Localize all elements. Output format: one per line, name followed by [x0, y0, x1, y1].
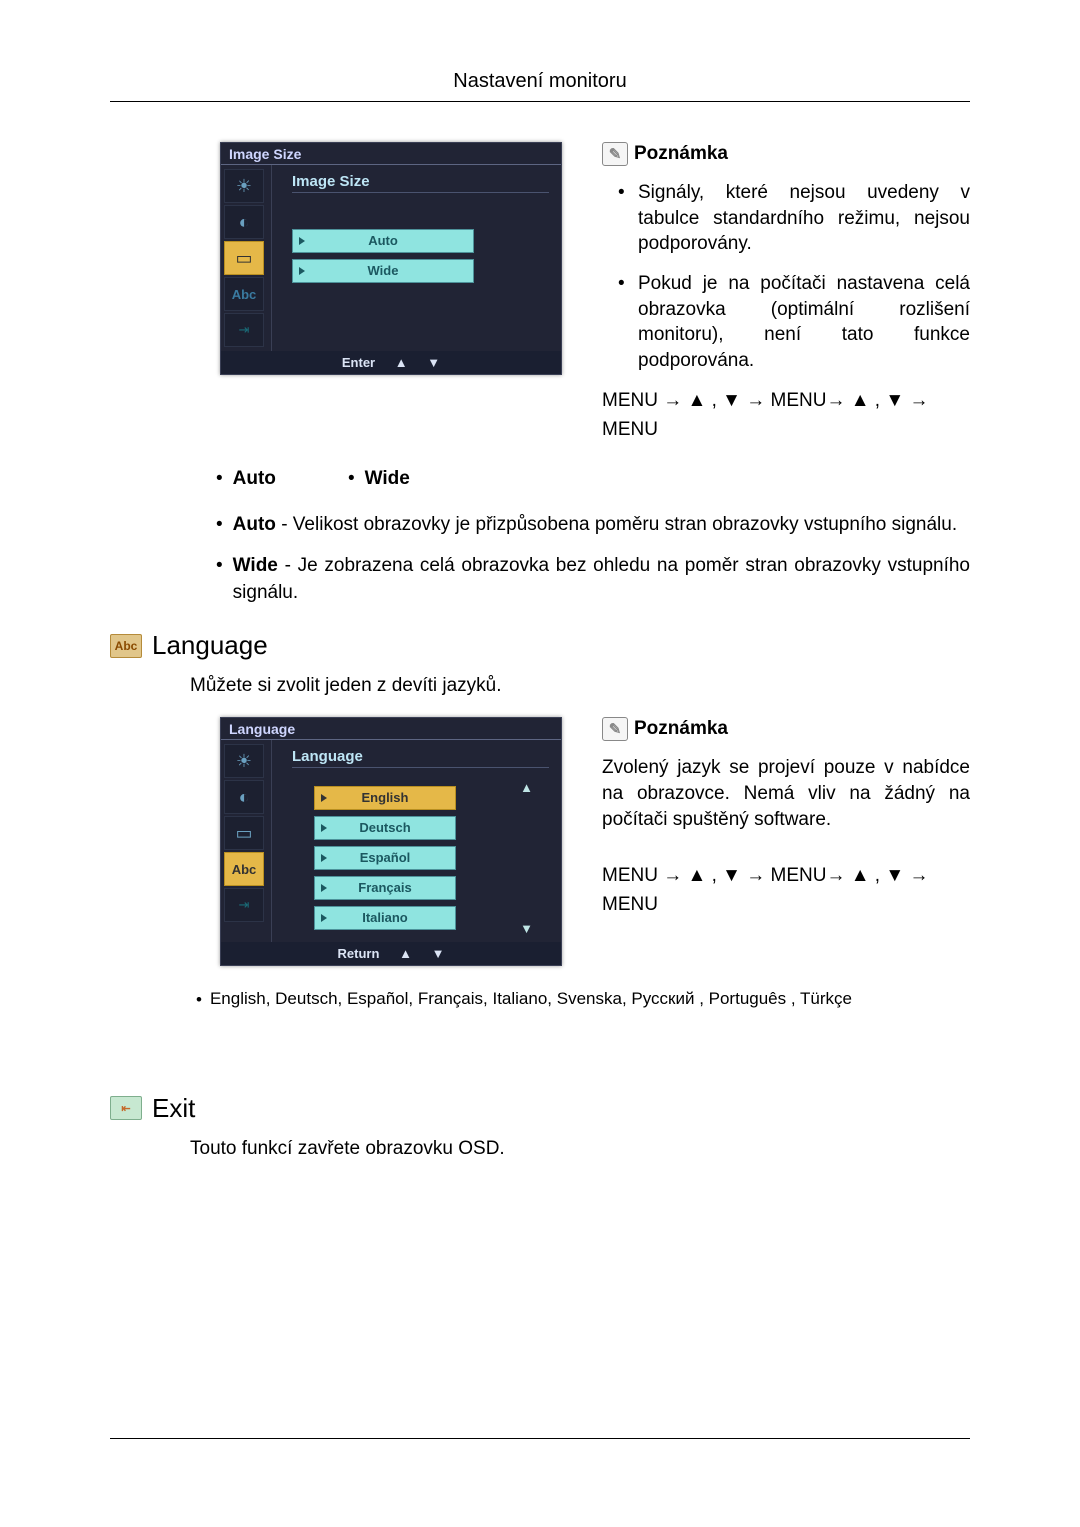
osd-title: Image Size	[221, 143, 561, 165]
inline-bullet-row: •Auto •Wide	[216, 468, 970, 490]
exit-icon[interactable]: ⇥	[224, 313, 264, 347]
exit-text: Touto funkcí zavřete obrazovku OSD.	[190, 1138, 970, 1160]
pencil-note-icon: ✎	[602, 717, 628, 741]
osd-foot-label[interactable]: Return	[338, 946, 380, 961]
language-intro: Můžete si zvolit jeden z devíti jazyků.	[190, 675, 970, 697]
osd-foot-up-icon[interactable]: ▲	[399, 946, 412, 961]
sun-icon[interactable]: ☀	[224, 169, 264, 203]
option-italiano[interactable]: Italiano	[314, 906, 456, 930]
footer-rule	[110, 1438, 970, 1439]
osd-image-size: Image Size ☀ ◐ ▭ Abc ⇥ Image Size Auto W…	[220, 142, 562, 375]
note-item: Signály, které nejsou uvedeny v tabulce …	[618, 180, 970, 257]
option-espanol[interactable]: Español	[314, 846, 456, 870]
menu-navigation: MENU → ▲ , ▼ → MENU→ ▲ , ▼ → MENU	[602, 387, 970, 444]
square-icon[interactable]: ▭	[224, 241, 264, 275]
abc-icon[interactable]: Abc	[224, 277, 264, 311]
palette-icon[interactable]: ◐	[224, 780, 264, 814]
note-heading: ✎ Poznámka	[602, 717, 970, 741]
option-english[interactable]: English	[314, 786, 456, 810]
language-list: • English, Deutsch, Español, Français, I…	[196, 986, 970, 1013]
osd-foot-down-icon[interactable]: ▼	[427, 355, 440, 370]
option-wide[interactable]: Wide	[292, 259, 474, 283]
desc-bullet: • Wide - Je zobrazena celá obrazovka bez…	[216, 553, 970, 606]
osd-foot-up-icon[interactable]: ▲	[395, 355, 408, 370]
note-heading: ✎ Poznámka	[602, 142, 970, 166]
osd-section-title: Language	[292, 746, 549, 768]
section-title-language: Abc Language	[110, 630, 970, 661]
osd-footer: Enter ▲ ▼	[221, 351, 561, 374]
page-title: Nastavení monitoru	[110, 70, 970, 93]
option-auto[interactable]: Auto	[292, 229, 474, 253]
note-title: Poznámka	[634, 718, 728, 740]
osd-section-title: Image Size	[292, 171, 549, 193]
square-icon[interactable]: ▭	[224, 816, 264, 850]
language-note-text: Zvolený jazyk se projeví pouze v nabídce…	[602, 755, 970, 832]
osd-title: Language	[221, 718, 561, 740]
exit-icon[interactable]: ⇥	[224, 888, 264, 922]
note-item: Pokud je na počítači nastavena celá obra…	[618, 271, 970, 374]
palette-icon[interactable]: ◐	[224, 205, 264, 239]
note-title: Poznámka	[634, 143, 728, 165]
desc-bullet: • Auto - Velikost obrazovky je přizpůsob…	[216, 512, 970, 539]
abc-section-icon: Abc	[110, 634, 142, 658]
pencil-note-icon: ✎	[602, 142, 628, 166]
scroll-up-icon[interactable]: ▲	[520, 780, 533, 795]
sun-icon[interactable]: ☀	[224, 744, 264, 778]
section-title-exit: ⇤ Exit	[110, 1093, 970, 1124]
osd-foot-down-icon[interactable]: ▼	[432, 946, 445, 961]
scroll-down-icon[interactable]: ▼	[520, 921, 533, 936]
osd-foot-label[interactable]: Enter	[342, 355, 375, 370]
exit-section-icon: ⇤	[110, 1096, 142, 1120]
header-rule	[110, 101, 970, 102]
osd-language: Language ☀ ◐ ▭ Abc ⇥ Language ▲ English	[220, 717, 562, 966]
menu-navigation: MENU → ▲ , ▼ → MENU→ ▲ , ▼ → MENU	[602, 862, 970, 919]
osd-footer: Return ▲ ▼	[221, 942, 561, 965]
option-francais[interactable]: Français	[314, 876, 456, 900]
option-deutsch[interactable]: Deutsch	[314, 816, 456, 840]
abc-icon[interactable]: Abc	[224, 852, 264, 886]
